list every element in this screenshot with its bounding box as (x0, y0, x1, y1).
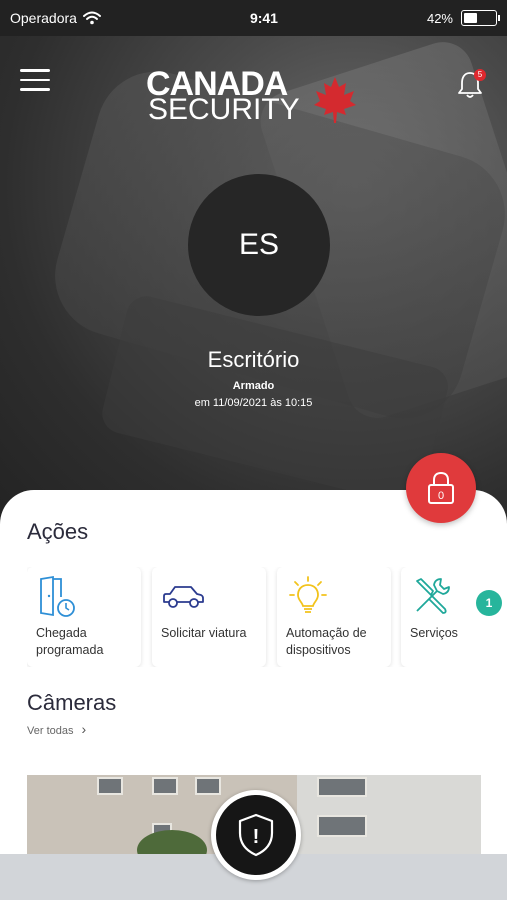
location-name: Escritório (207, 347, 300, 372)
wifi-icon (82, 11, 101, 25)
tools-icon (416, 578, 450, 614)
clock: 9:41 (249, 10, 278, 26)
lock-icon: 0 (428, 471, 454, 504)
top-bar: CANADA SECURITY 5 (0, 55, 507, 126)
status-timestamp: em 11/09/2021 às 10:15 (194, 397, 313, 409)
notifications-bell-icon[interactable]: 5 (456, 69, 486, 99)
cameras-title: Câmeras (27, 690, 117, 715)
hamburger-menu-icon[interactable] (20, 69, 50, 91)
carrier-label: Operadora (10, 10, 77, 26)
action-label: Chegada programada (36, 626, 104, 657)
see-all-cameras-link[interactable]: Ver todas › (27, 721, 86, 737)
window (317, 815, 367, 837)
window (195, 777, 221, 795)
door-clock-icon (40, 575, 75, 617)
notification-badge: 5 (474, 69, 486, 81)
see-all-label: Ver todas (27, 725, 74, 737)
action-label: Serviços (410, 626, 458, 640)
shield-alert-icon: ! (238, 813, 274, 857)
maple-leaf-icon (314, 77, 356, 123)
actions-title: Ações (27, 519, 89, 544)
status-right: 42% (426, 10, 500, 26)
car-icon (163, 586, 204, 608)
window (97, 777, 123, 795)
window (317, 777, 367, 797)
location-avatar[interactable]: ES (188, 174, 330, 316)
status-bar: Operadora 9:41 42% (0, 0, 507, 36)
action-label: Automação de dispositivos (286, 626, 367, 657)
alert-symbol: ! (253, 826, 260, 848)
chevron-right-icon: › (81, 721, 87, 737)
action-card-request-vehicle[interactable]: Solicitar viatura (152, 567, 266, 667)
actions-carousel[interactable]: Chegada programada Solicitar viatura Aut… (27, 567, 507, 667)
lock-counter: 0 (438, 490, 444, 502)
status-left: Operadora (10, 10, 101, 26)
window (152, 777, 178, 795)
battery-percent: 42% (426, 10, 453, 26)
panic-button[interactable]: ! (211, 790, 301, 880)
action-card-device-automation[interactable]: Automação de dispositivos (277, 567, 391, 667)
battery-icon (461, 10, 500, 26)
lightbulb-icon (289, 576, 327, 613)
action-label: Solicitar viatura (161, 626, 247, 640)
arm-lock-button[interactable]: 0 (406, 453, 476, 523)
services-count-badge: 1 (476, 590, 502, 616)
brand-logo: CANADA SECURITY (146, 65, 366, 126)
action-card-scheduled-arrival[interactable]: Chegada programada (27, 567, 141, 667)
battery-fill (464, 13, 477, 23)
arm-status: Armado (232, 380, 275, 392)
logo-text-line2: SECURITY (148, 93, 300, 126)
action-card-services[interactable]: Serviços (401, 567, 507, 667)
